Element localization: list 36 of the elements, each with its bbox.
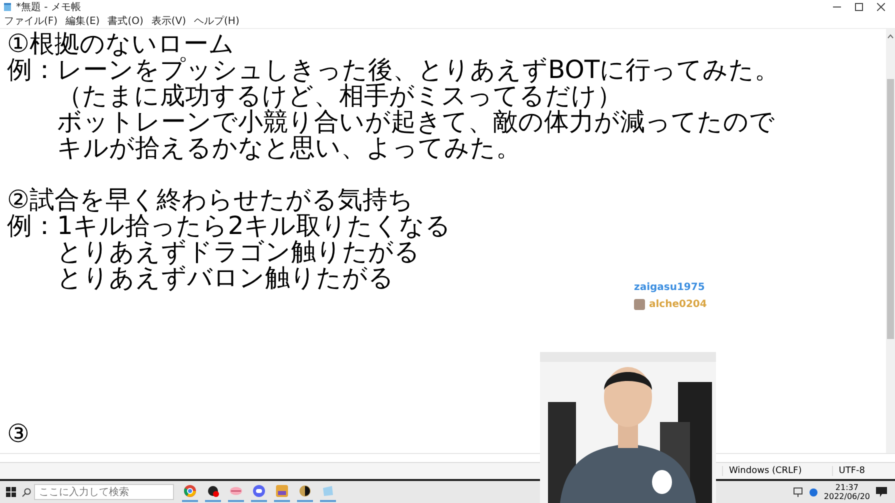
status-dot-icon[interactable]	[808, 488, 818, 496]
clock-date[interactable]: 2022/06/20	[824, 492, 870, 501]
scroll-up-icon[interactable]	[887, 33, 894, 39]
window-title: *無題 - メモ帳	[16, 1, 81, 14]
text-line: 例：レーンをプッシュしきった後、とりあえずBOTに行ってみた。	[7, 57, 780, 83]
search-field[interactable]: ここに入力して検索	[34, 484, 174, 500]
text-line: とりあえずドラゴン触りたがる	[56, 239, 420, 265]
network-icon[interactable]	[792, 487, 803, 497]
text-line: ③	[7, 421, 30, 447]
browser-icon[interactable]	[182, 482, 198, 502]
menu-item[interactable]: ヘルプ(H)	[194, 14, 240, 28]
chat-username: zaigasu1975	[634, 282, 705, 293]
scrollbar-thumb[interactable]	[887, 79, 894, 339]
text-line: ②試合を早く終わらせたがる気持ち	[7, 187, 414, 213]
notification-icon[interactable]	[876, 487, 887, 497]
chat-username: alche0204	[649, 299, 707, 310]
clock-time[interactable]: 21:37	[835, 483, 858, 492]
menu-item[interactable]: ファイル(F)	[4, 14, 58, 28]
video-icon[interactable]	[274, 482, 290, 502]
text-line: ①根拠のないローム	[7, 31, 234, 57]
chat-app-icon[interactable]	[251, 482, 267, 502]
menu-item[interactable]: 編集(E)	[66, 14, 100, 28]
search-icon	[22, 488, 31, 496]
encoding: UTF-8	[832, 466, 895, 476]
text-line: 例：1キル拾ったら2キル取りたくなる	[7, 213, 451, 239]
avatar	[634, 299, 645, 310]
menu-item[interactable]: 表示(V)	[151, 14, 186, 28]
text-line: キルが拾えるかなと思い、よってみた。	[56, 135, 521, 161]
menu-item[interactable]: 書式(O)	[108, 14, 144, 28]
text-line: とりあえずバロン触りたがる	[56, 265, 394, 291]
maximize-icon[interactable]	[855, 3, 863, 11]
text-line: ボットレーンで小競り合いが起きて、敵の体力が減ってたので	[56, 109, 775, 135]
line-ending: Windows (CRLF)	[722, 466, 832, 476]
text-line: （たまに成功するけど、相手がミスってるだけ）	[56, 83, 622, 109]
close-icon[interactable]	[877, 3, 885, 11]
windows-icon[interactable]	[6, 487, 16, 497]
